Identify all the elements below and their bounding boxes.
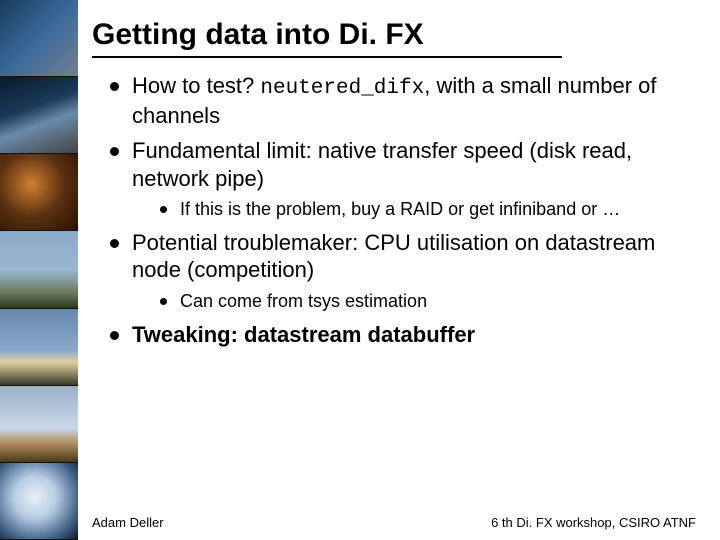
bullet-item: How to test? neutered_difx, with a small… [110, 72, 698, 129]
sub-bullet-text: Can come from tsys estimation [180, 291, 427, 311]
thumb-image [0, 0, 78, 77]
bullet-item: Fundamental limit: native transfer speed… [110, 137, 698, 221]
sub-bullet-item: Can come from tsys estimation [160, 290, 698, 313]
bullet-text: Fundamental limit: native transfer speed… [132, 138, 632, 190]
bullet-text: How to test? [132, 73, 260, 98]
footer-event: 6 th Di. FX workshop, CSIRO ATNF [491, 515, 696, 530]
title-underline [92, 56, 562, 58]
thumb-image [0, 77, 78, 154]
slide-footer: Adam Deller 6 th Di. FX workshop, CSIRO … [92, 515, 696, 530]
sidebar-thumbnails [0, 0, 78, 540]
thumb-image [0, 231, 78, 308]
bullet-text: Potential troublemaker: CPU utilisation … [132, 230, 655, 282]
slide: Getting data into Di. FX How to test? ne… [0, 0, 720, 540]
bullet-item: Potential troublemaker: CPU utilisation … [110, 229, 698, 313]
bullet-item: Tweaking: datastream databuffer [110, 321, 698, 348]
bullet-list: How to test? neutered_difx, with a small… [92, 72, 698, 348]
code-text: neutered_difx [260, 77, 424, 100]
thumb-image [0, 386, 78, 463]
sub-bullet-list: Can come from tsys estimation [132, 290, 698, 313]
sub-bullet-item: If this is the problem, buy a RAID or ge… [160, 198, 698, 221]
thumb-image [0, 154, 78, 231]
thumb-image [0, 463, 78, 540]
sub-bullet-text: If this is the problem, buy a RAID or ge… [180, 199, 620, 219]
slide-content: Getting data into Di. FX How to test? ne… [78, 0, 720, 540]
sub-bullet-list: If this is the problem, buy a RAID or ge… [132, 198, 698, 221]
thumb-image [0, 309, 78, 386]
slide-title: Getting data into Di. FX [92, 18, 698, 52]
footer-author: Adam Deller [92, 515, 164, 530]
bullet-text-bold: Tweaking: datastream databuffer [132, 322, 475, 347]
